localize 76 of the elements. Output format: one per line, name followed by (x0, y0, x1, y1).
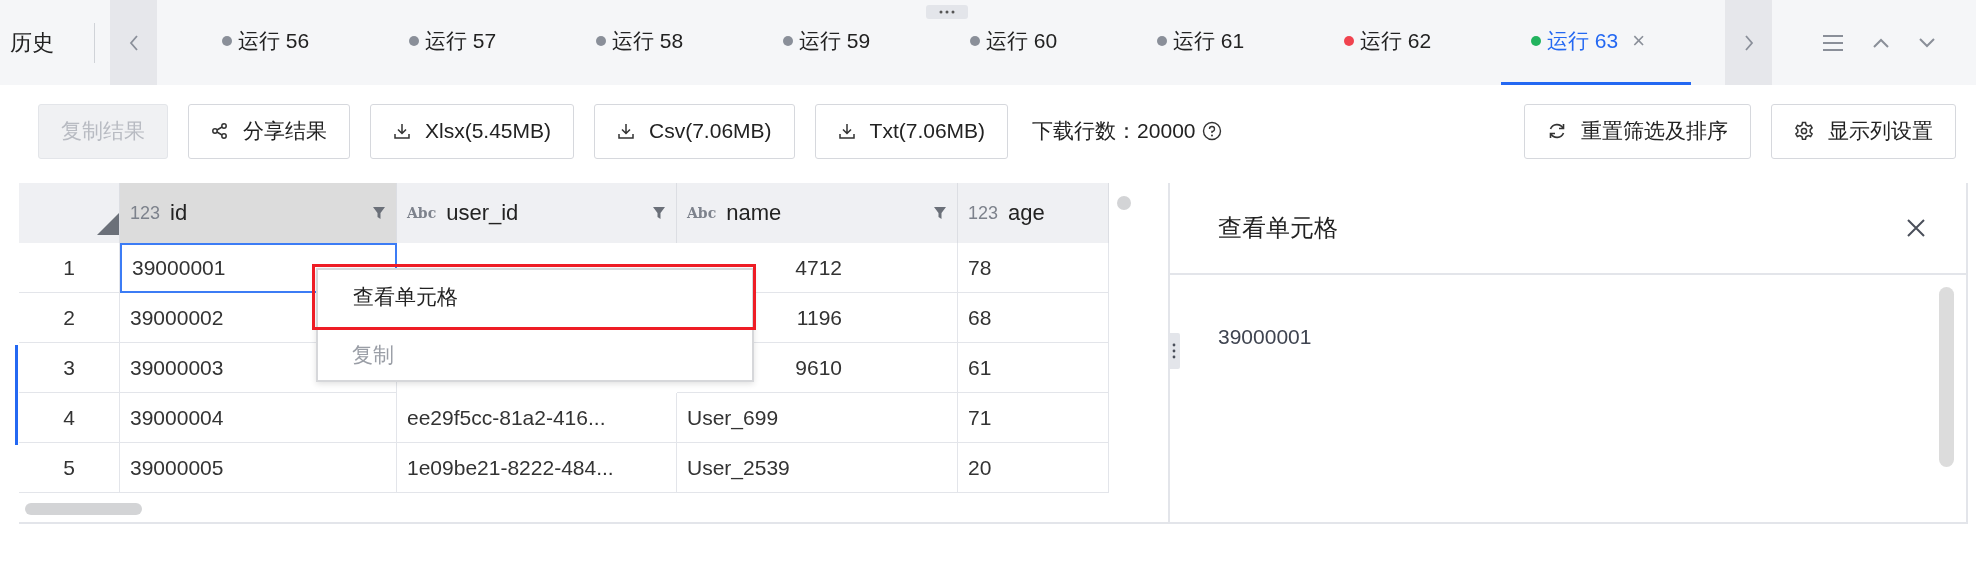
tab-label: 运行 60 (986, 28, 1058, 54)
table-cell: 78 (958, 243, 1109, 293)
table-cell: 39000005 (120, 443, 397, 493)
gear-icon (1794, 121, 1814, 141)
filter-icon[interactable] (652, 206, 666, 220)
column-name: id (170, 200, 189, 226)
toolbar-button[interactable]: 分享结果 (188, 103, 350, 159)
help-icon[interactable] (1201, 121, 1222, 141)
menu-icon[interactable] (1822, 33, 1844, 52)
tab-label: 运行 56 (238, 28, 310, 54)
chevron-down-icon[interactable] (1918, 36, 1936, 49)
table-cell: 39000004 (120, 393, 397, 443)
toolbar-button[interactable]: 显示列设置 (1771, 103, 1956, 159)
close-icon[interactable] (1906, 218, 1926, 238)
row-number: 4 (19, 393, 120, 443)
download-icon (393, 122, 411, 140)
run-tab[interactable]: 运行 58 (566, 0, 753, 85)
table-cell: User_2539 (677, 443, 958, 493)
type-label: 123 (130, 202, 161, 224)
scroll-dot-icon (1117, 196, 1131, 210)
type-label: Abc (687, 205, 717, 221)
table-cell: User_699 (677, 393, 958, 443)
scrollbar-thumb[interactable] (25, 503, 142, 515)
run-tab[interactable]: 运行 63 × (1501, 0, 1691, 85)
type-label: Abc (407, 205, 437, 221)
row-number: 3 (19, 343, 120, 393)
table-cell: 20 (958, 443, 1109, 493)
table-cell: 1e09be21-8222-484... (397, 443, 677, 493)
toolbar-button[interactable]: 重置筛选及排序 (1524, 103, 1751, 159)
row-number: 1 (19, 243, 120, 293)
resize-handle-icon[interactable] (1168, 333, 1180, 369)
toolbar-button[interactable]: Xlsx(5.45MB) (370, 103, 575, 159)
history-tab[interactable]: 历史 (0, 27, 54, 58)
toolbar-button[interactable]: Txt(7.06MB) (814, 103, 1009, 159)
corner-triangle-icon (97, 213, 119, 235)
column-header[interactable]: Abc user_id (397, 183, 677, 243)
table-cell: ee29f5cc-81a2-416... (397, 393, 677, 443)
download-icon (837, 122, 856, 140)
row-count-label: 下载行数：20000 (1032, 118, 1196, 144)
run-tab[interactable]: 运行 59 (753, 0, 940, 85)
tab-label: 运行 58 (612, 28, 684, 54)
table-cell: 68 (958, 293, 1109, 343)
download-icon (617, 122, 636, 140)
column-header[interactable]: 123 age (958, 183, 1109, 243)
column-name: user_id (446, 200, 520, 226)
table-cell: 71 (958, 393, 1109, 443)
column-header[interactable]: Abc name (677, 183, 958, 243)
filter-icon[interactable] (372, 206, 386, 220)
cell-value: 39000001 (1218, 325, 1312, 348)
panel-title: 查看单元格 (1218, 213, 1338, 243)
tab-label: 运行 63 (1547, 28, 1619, 54)
chevron-up-icon[interactable] (1872, 36, 1890, 49)
drag-handle-icon[interactable] (926, 5, 968, 19)
tab-label: 运行 57 (425, 28, 497, 54)
share-icon (211, 122, 229, 140)
run-tab[interactable]: 运行 62 (1314, 0, 1501, 85)
row-number: 5 (19, 443, 120, 493)
column-name: age (1008, 200, 1046, 226)
filter-icon[interactable] (933, 206, 947, 220)
run-tab[interactable]: 运行 56 (192, 0, 379, 85)
corner-cell[interactable] (19, 183, 120, 243)
toolbar-button[interactable]: Csv(7.06MB) (594, 103, 795, 159)
refresh-icon (1547, 121, 1567, 141)
scrollbar-thumb[interactable] (1939, 287, 1954, 467)
run-tab[interactable]: 运行 60 (940, 0, 1127, 85)
tab-label: 运行 61 (1173, 28, 1245, 54)
table-cell: 61 (958, 343, 1109, 393)
column-name: name (726, 200, 783, 226)
column-header[interactable]: 123 id (120, 183, 397, 243)
run-tab[interactable]: 运行 57 (379, 0, 566, 85)
menu-item[interactable]: 查看单元格 (312, 264, 756, 330)
run-tab[interactable]: 运行 61 (1127, 0, 1314, 85)
type-label: 123 (968, 202, 999, 224)
row-number: 2 (19, 293, 120, 343)
tab-label: 运行 59 (799, 28, 871, 54)
tab-label: 运行 62 (1360, 28, 1432, 54)
